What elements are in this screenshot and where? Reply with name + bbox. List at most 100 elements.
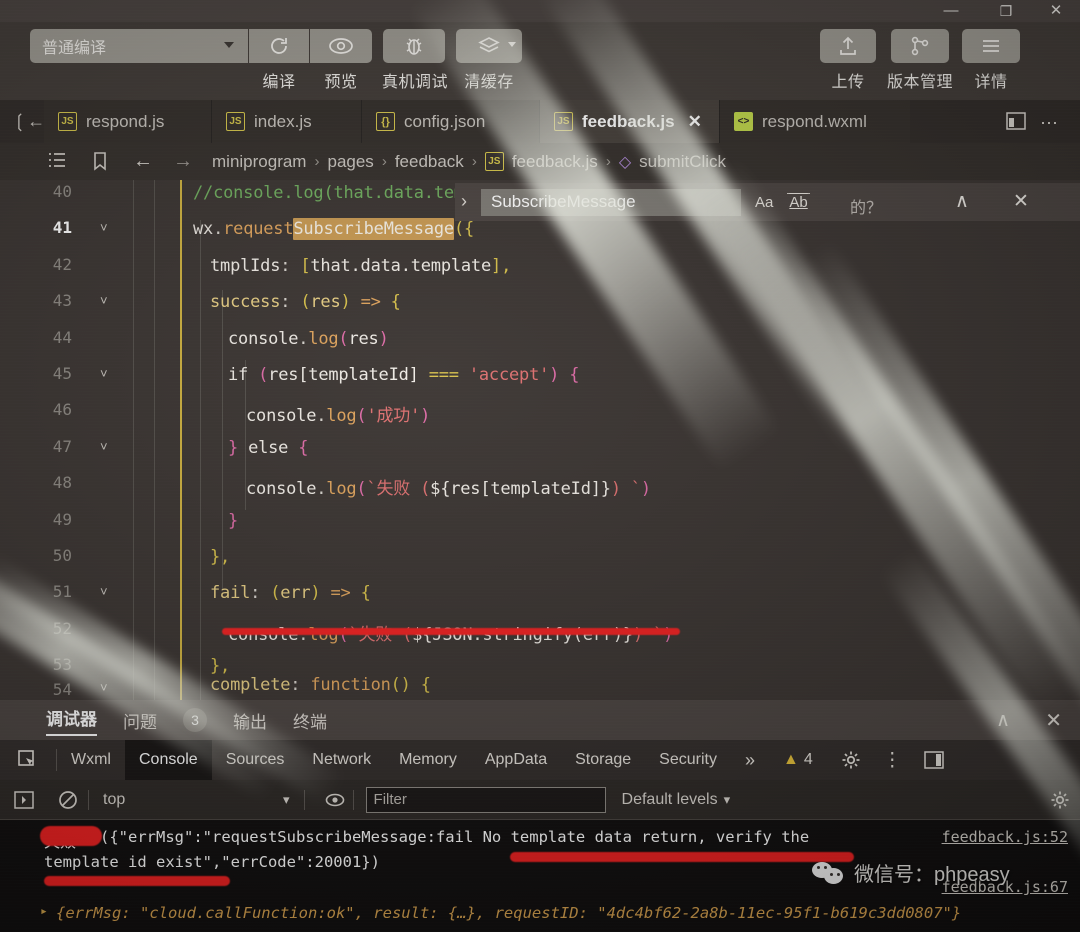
panel-tab-debugger[interactable]: 调试器 — [46, 705, 97, 736]
code-line[interactable]: console.log(`失败 (${res[templateId]}) `) — [246, 474, 651, 499]
editor-tab-config-json[interactable]: {} config.json — [362, 100, 540, 143]
devtools-tab-bar: Wxml Console Sources Network Memory AppD… — [0, 740, 1080, 780]
chevron-down-icon[interactable]: ▾ — [283, 792, 290, 808]
devtools-tab-network[interactable]: Network — [298, 740, 385, 780]
code-line[interactable]: } — [228, 511, 238, 531]
devtools-more-icon[interactable]: ⋮ — [875, 740, 910, 780]
devtools-tab-security[interactable]: Security — [645, 740, 731, 780]
breadcrumb-item-feedback-js[interactable]: feedback.js — [512, 152, 598, 172]
panel-tab-problems[interactable]: 问题 — [123, 708, 157, 733]
close-icon[interactable]: ✕ — [1035, 0, 1077, 22]
restore-icon[interactable]: ❐ — [985, 0, 1027, 22]
devtools-overflow-icon[interactable]: » — [731, 740, 769, 780]
bookmark-icon[interactable] — [92, 151, 108, 176]
code-line[interactable]: console.log(res) — [228, 329, 389, 349]
editor-tab-respond-wxml[interactable]: <> respond.wxml — [720, 100, 910, 143]
line-number: 41 — [52, 218, 72, 237]
collapse-panel-icon[interactable]: ∧ — [996, 709, 1010, 732]
code-line[interactable]: } else { — [228, 438, 309, 458]
clear-cache-button[interactable] — [456, 29, 522, 63]
devtools-tab-wxml[interactable]: Wxml — [57, 740, 125, 780]
code-editor[interactable]: 40 41 42 43 44 45 46 47 48 49 50 51 52 5… — [0, 180, 1080, 700]
version-control-button[interactable] — [891, 29, 949, 63]
expand-arrow-icon[interactable]: ▸ — [40, 904, 48, 919]
breadcrumb-item-submitclick[interactable]: submitClick — [639, 152, 726, 172]
expand-replace-icon[interactable]: › — [461, 191, 467, 212]
close-panel-icon[interactable]: ✕ — [1045, 708, 1062, 733]
devtools-tab-memory[interactable]: Memory — [385, 740, 471, 780]
code-line[interactable]: //console.log(that.data.tem — [193, 183, 464, 203]
upload-button[interactable] — [820, 29, 876, 63]
code-line[interactable]: success: (res) => { — [210, 292, 401, 312]
preview-button[interactable] — [310, 29, 372, 63]
collapse-sidebar-icon[interactable]: ❲← — [12, 111, 45, 132]
devtools-tab-storage[interactable]: Storage — [561, 740, 645, 780]
panel-tab-output[interactable]: 输出 — [233, 708, 267, 733]
breadcrumb-item-pages[interactable]: pages — [327, 152, 373, 172]
whole-word-toggle[interactable]: Ab — [787, 193, 810, 211]
fold-chevron-icon[interactable]: ˅ — [100, 680, 108, 695]
nav-back-icon[interactable]: ← — [133, 150, 153, 173]
code-line[interactable]: console.log('成功') — [246, 401, 430, 426]
compile-mode-select[interactable]: 普通编译 — [30, 29, 248, 63]
editor-tab-label: config.json — [404, 111, 486, 131]
current-scope-guide — [180, 180, 182, 700]
minimize-icon[interactable]: — — [930, 0, 972, 22]
code-line[interactable]: }, — [210, 547, 230, 567]
code-line[interactable]: complete: function() { — [210, 675, 431, 695]
console-filter-input[interactable]: Filter — [365, 786, 606, 813]
console-settings-icon[interactable] — [1050, 790, 1070, 815]
compile-button[interactable] — [249, 29, 309, 63]
fold-chevron-icon[interactable]: ˅ — [100, 366, 108, 381]
clear-console-icon[interactable] — [48, 790, 88, 810]
nav-forward-icon[interactable]: → — [173, 150, 193, 173]
preview-label: 预览 — [324, 74, 358, 91]
fold-chevron-icon[interactable]: ˅ — [100, 584, 108, 599]
fold-chevron-icon[interactable]: ˅ — [100, 220, 108, 235]
code-line[interactable]: fail: (err) => { — [210, 583, 371, 603]
code-line[interactable]: if (res[templateId] === 'accept') { — [228, 365, 579, 385]
more-actions-icon[interactable]: ⋯ — [1040, 113, 1060, 134]
console-log-text: {errMsg: "cloud.callFunction:ok", result… — [56, 904, 962, 922]
devtools-tab-console[interactable]: Console — [124, 740, 212, 780]
fold-chevron-icon[interactable]: ˅ — [100, 439, 108, 454]
panel-tab-terminal[interactable]: 终端 — [293, 708, 327, 733]
find-widget[interactable]: › SubscribeMessage Aa Ab 的？ ∧ ✕ — [455, 183, 1080, 221]
tab-close-icon[interactable]: ✕ — [688, 112, 702, 132]
code-line[interactable]: tmplIds: [that.data.template], — [210, 256, 511, 276]
warning-indicator[interactable]: ▲ 4 — [769, 740, 827, 780]
details-button[interactable] — [962, 29, 1020, 63]
line-number: 53 — [52, 655, 72, 674]
find-close-icon[interactable]: ✕ — [1013, 190, 1029, 213]
code-line[interactable]: wx.requestSubscribeMessage({ — [193, 218, 474, 240]
editor-tab-respond-js[interactable]: JS respond.js — [44, 100, 212, 143]
console-context-select[interactable]: top — [103, 791, 283, 809]
devtools-tab-sources[interactable]: Sources — [212, 740, 299, 780]
inspect-element-icon[interactable] — [0, 749, 56, 771]
debugger-panel-header: 调试器 问题 3 输出 终端 ∧ ✕ — [0, 700, 1080, 740]
breadcrumb-item-feedback[interactable]: feedback — [395, 152, 464, 172]
console-error-source-link[interactable]: feedback.js:52 — [942, 828, 1068, 846]
find-input[interactable]: SubscribeMessage — [481, 188, 741, 216]
live-expression-icon[interactable] — [317, 792, 353, 808]
devtools-settings-icon[interactable] — [827, 740, 875, 780]
sidebar-toggle-icon[interactable] — [0, 790, 48, 809]
version-control-label: 版本管理 — [886, 74, 953, 91]
chevron-down-icon[interactable]: ▾ — [724, 792, 731, 808]
fold-chevron-icon[interactable]: ˅ — [100, 293, 108, 308]
branch-icon — [911, 36, 929, 56]
red-annotation-underline — [44, 876, 230, 886]
find-previous-icon[interactable]: ∧ — [955, 190, 969, 213]
dock-panel-icon[interactable] — [910, 740, 950, 780]
editor-tab-feedback-js[interactable]: JS feedback.js ✕ — [540, 100, 720, 143]
real-device-debug-button[interactable] — [383, 29, 445, 63]
match-case-toggle[interactable]: Aa — [755, 194, 773, 211]
devtools-tab-appdata[interactable]: AppData — [471, 740, 561, 780]
breadcrumb-item-miniprogram[interactable]: miniprogram — [212, 152, 306, 172]
breadcrumb-separator: › — [314, 153, 320, 170]
log-levels-select[interactable]: Default levels — [622, 791, 718, 809]
code-line[interactable]: }, — [210, 656, 230, 676]
split-editor-icon[interactable] — [1006, 112, 1026, 135]
outline-icon[interactable] — [47, 151, 67, 174]
editor-tab-index-js[interactable]: JS index.js — [212, 100, 362, 143]
